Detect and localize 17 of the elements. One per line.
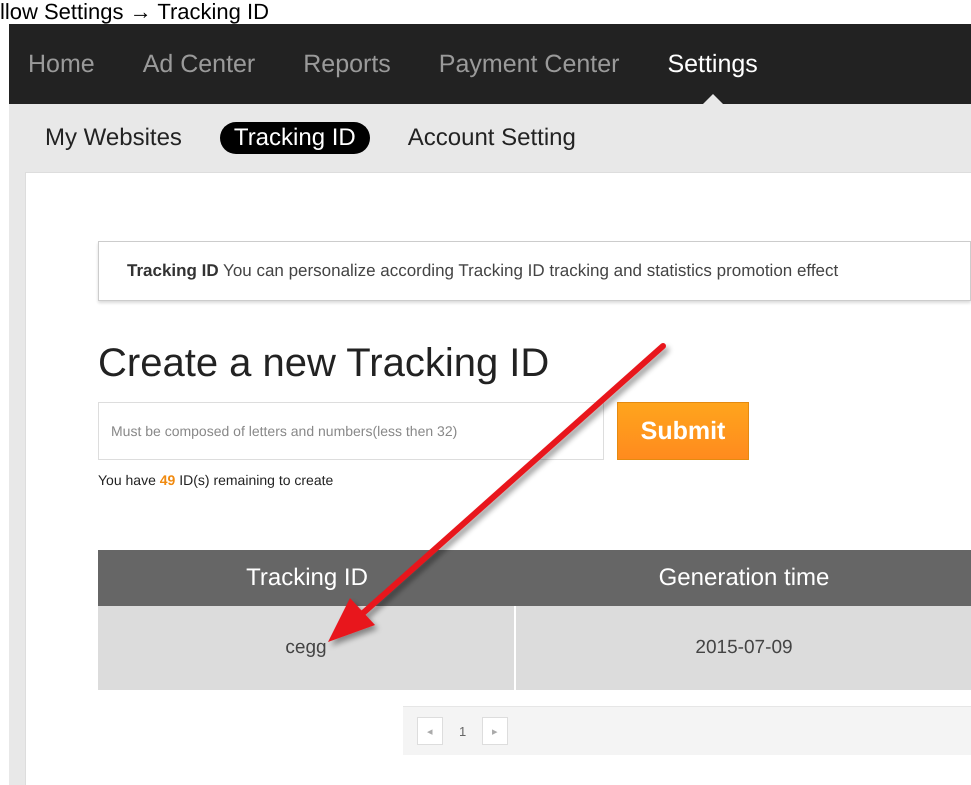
section-heading: Create a new Tracking ID <box>98 341 550 386</box>
sub-nav-tab[interactable]: Account Setting <box>394 122 590 154</box>
sub-nav-tab[interactable]: My Websites <box>31 122 196 154</box>
nav-tab[interactable]: Home <box>28 24 95 104</box>
column-header: Generation time <box>658 563 830 593</box>
notice-text: Tracking ID You can personalize according Tracking ID tracking and statistics promotion effect <box>127 261 838 281</box>
nav-tab[interactable]: Payment Center <box>438 24 620 104</box>
table-cell: 2015-07-09 <box>516 606 971 690</box>
remaining-text: You have 49 ID(s) remaining to create <box>98 472 334 488</box>
table-cell: cegg <box>98 606 514 690</box>
sub-nav-tab[interactable]: Tracking ID <box>220 122 370 154</box>
page-number[interactable]: 1 <box>451 724 474 738</box>
nav-tab[interactable]: Ad Center <box>142 24 256 104</box>
nav-tab[interactable]: Reports <box>303 24 391 104</box>
tracking-id-input[interactable]: Must be composed of letters and numbers(less then 32) <box>98 402 604 460</box>
column-header: Tracking ID <box>245 563 369 593</box>
page-caption: llow Settings → Tracking ID <box>0 0 270 24</box>
